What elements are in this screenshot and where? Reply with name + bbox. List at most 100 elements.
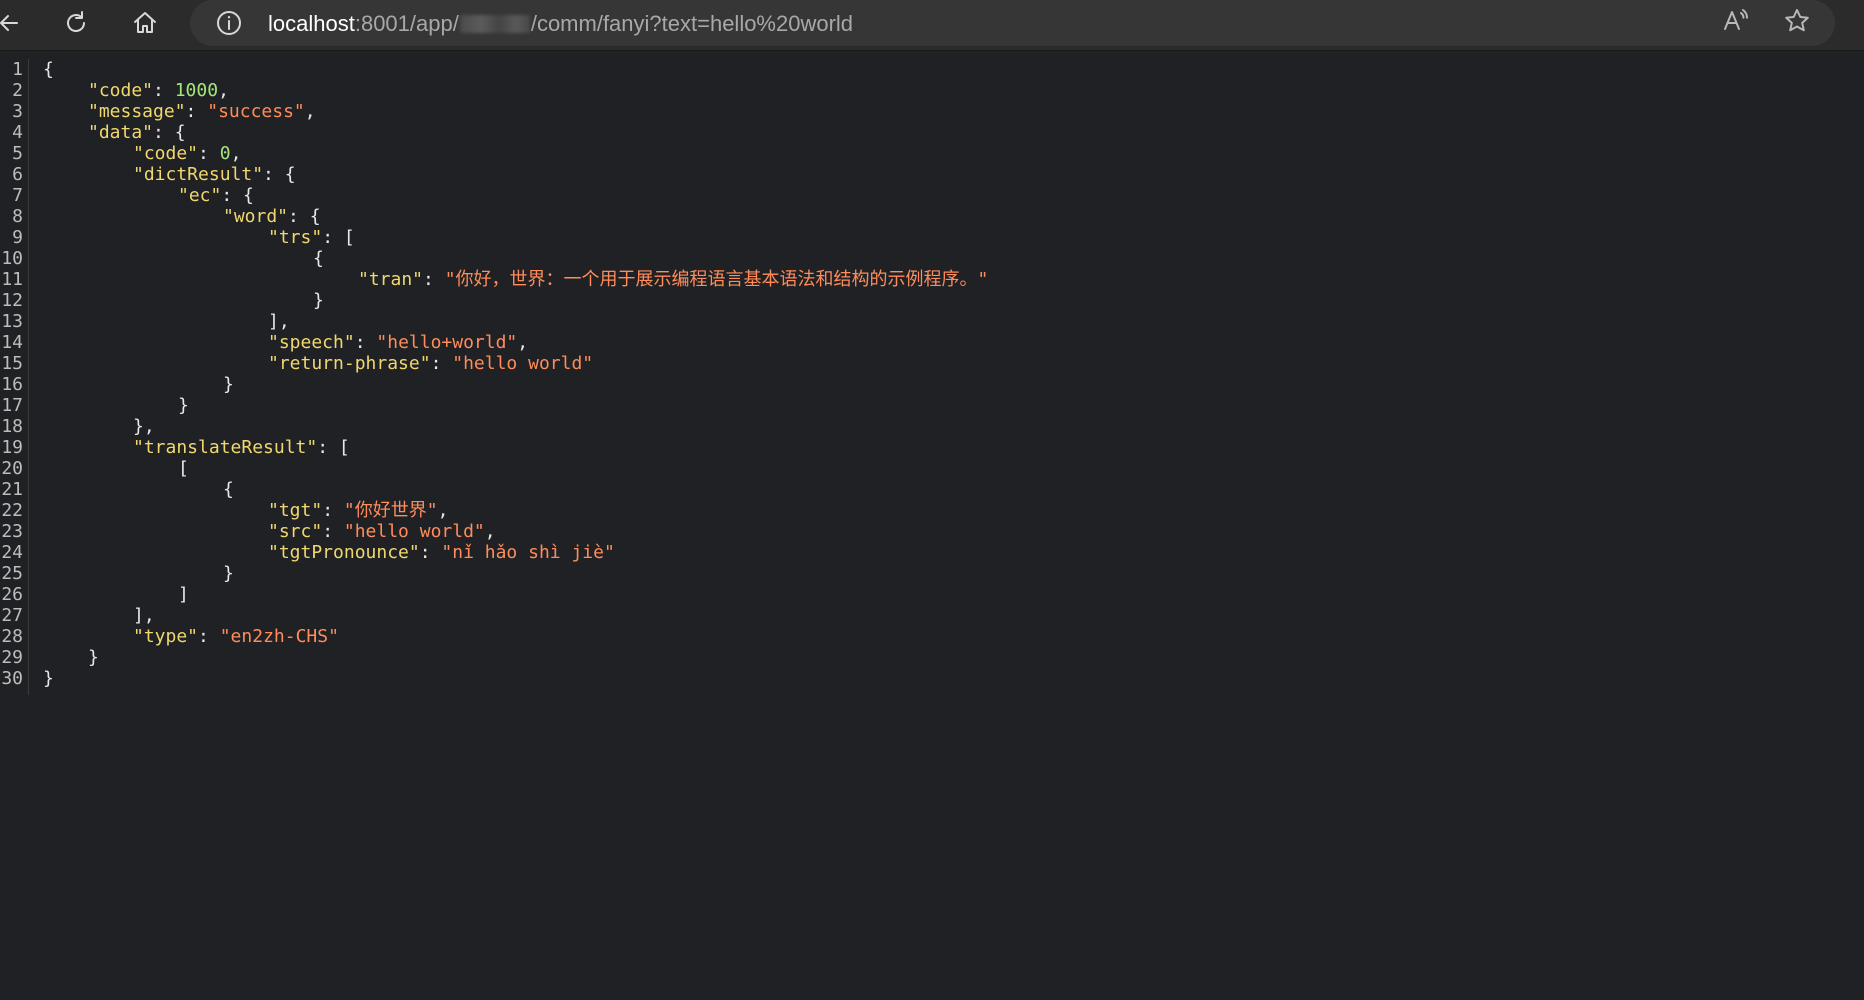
json-punctuation: , bbox=[484, 521, 496, 542]
line-number: 28 bbox=[1, 626, 23, 647]
line-number: 11 bbox=[1, 269, 23, 290]
code-line: "tran": "你好，世界：一个用于展示编程语言基本语法和结构的示例程序。" bbox=[358, 269, 988, 290]
line-number: 13 bbox=[1, 311, 23, 332]
json-string-value: "nǐ hǎo shì jiè" bbox=[441, 542, 615, 563]
url-text[interactable]: localhost:8001/app/ /comm/fanyi?text=hell… bbox=[268, 11, 853, 37]
code-line: } bbox=[178, 395, 189, 416]
json-key: "return-phrase" bbox=[268, 353, 431, 374]
refresh-button[interactable] bbox=[54, 3, 98, 47]
json-punctuation: }, bbox=[133, 416, 155, 437]
json-key: "code" bbox=[133, 143, 199, 164]
home-button[interactable] bbox=[123, 3, 167, 47]
json-key: "word" bbox=[223, 206, 289, 227]
code-line: ], bbox=[268, 311, 290, 332]
line-number: 24 bbox=[1, 542, 23, 563]
line-number: 19 bbox=[1, 437, 23, 458]
json-punctuation: } bbox=[223, 563, 234, 584]
json-punctuation: } bbox=[313, 290, 324, 311]
json-number-value: 1000 bbox=[174, 80, 219, 101]
code-line: "code": 0, bbox=[133, 143, 241, 164]
json-key: "speech" bbox=[268, 332, 355, 353]
line-number: 1 bbox=[12, 59, 23, 80]
json-key: "tran" bbox=[358, 269, 424, 290]
code-line: "code": 1000, bbox=[88, 80, 229, 101]
json-punctuation: , bbox=[304, 101, 316, 122]
line-number: 10 bbox=[1, 248, 23, 269]
address-bar[interactable]: localhost:8001/app/ /comm/fanyi?text=hell… bbox=[190, 0, 1835, 46]
code-line: ] bbox=[178, 584, 189, 605]
line-number: 17 bbox=[1, 395, 23, 416]
code-line: "word": { bbox=[223, 206, 321, 227]
line-number: 22 bbox=[1, 500, 23, 521]
code-line: "src": "hello world", bbox=[268, 521, 496, 542]
json-punctuation: { bbox=[43, 59, 54, 80]
json-number-value: 0 bbox=[219, 143, 231, 164]
url-port-path: :8001/app/ bbox=[354, 11, 459, 36]
line-number: 21 bbox=[1, 479, 23, 500]
code-line: } bbox=[313, 290, 324, 311]
line-number: 27 bbox=[1, 605, 23, 626]
json-punctuation: , bbox=[218, 80, 229, 101]
json-punctuation: , bbox=[517, 332, 529, 353]
refresh-icon bbox=[62, 9, 90, 41]
code-line: { bbox=[223, 479, 234, 500]
back-arrow-icon bbox=[0, 10, 23, 40]
json-string-value: "en2zh-CHS" bbox=[219, 626, 339, 647]
json-punctuation: } bbox=[43, 668, 54, 689]
json-punctuation: : bbox=[198, 626, 220, 647]
code-line: "speech": "hello+world", bbox=[268, 332, 528, 353]
json-punctuation: : bbox=[185, 101, 208, 122]
code-line: { bbox=[313, 248, 324, 269]
line-number: 25 bbox=[1, 563, 23, 584]
json-string-value: "你好，世界：一个用于展示编程语言基本语法和结构的示例程序。" bbox=[444, 269, 989, 290]
info-icon[interactable] bbox=[215, 9, 243, 37]
json-string-value: "你好世界" bbox=[343, 500, 438, 521]
code-line: "trs": [ bbox=[268, 227, 355, 248]
star-icon bbox=[1783, 7, 1811, 39]
json-key: "tgtPronounce" bbox=[268, 542, 420, 563]
json-key: "message" bbox=[88, 101, 186, 122]
line-number: 23 bbox=[1, 521, 23, 542]
url-host: localhost bbox=[268, 11, 355, 36]
json-punctuation: : bbox=[419, 542, 442, 563]
favorite-button[interactable] bbox=[1782, 8, 1812, 38]
json-punctuation: : [ bbox=[317, 437, 350, 458]
code-line: "data": { bbox=[88, 122, 186, 143]
code-line: ], bbox=[133, 605, 155, 626]
code-line: "return-phrase": "hello world" bbox=[268, 353, 593, 374]
line-number: 12 bbox=[1, 290, 23, 311]
code-line: "translateResult": [ bbox=[133, 437, 350, 458]
json-punctuation: : bbox=[198, 143, 220, 164]
code-line: } bbox=[223, 374, 234, 395]
json-punctuation: : { bbox=[263, 164, 296, 185]
redacted-segment bbox=[459, 15, 530, 33]
line-number: 29 bbox=[1, 647, 23, 668]
json-punctuation: : { bbox=[221, 185, 254, 206]
code-line: "dictResult": { bbox=[133, 164, 296, 185]
line-number: 2 bbox=[12, 80, 23, 101]
line-number: 20 bbox=[1, 458, 23, 479]
json-punctuation: : bbox=[322, 500, 344, 521]
code-line: "tgt": "你好世界", bbox=[268, 500, 448, 521]
code-line: }, bbox=[133, 416, 155, 437]
json-punctuation: [ bbox=[178, 458, 189, 479]
json-string-value: "hello+world" bbox=[376, 332, 518, 353]
json-viewer: 1 2 3 4 5 6 7 8 9 10 11 12 13 14 15 16 17 18 19 20 21 22 23 24 2… bbox=[0, 59, 1864, 1000]
json-punctuation: : bbox=[423, 269, 445, 290]
json-string-value: "success" bbox=[207, 101, 305, 122]
code-line: } bbox=[223, 563, 234, 584]
browser-toolbar: localhost:8001/app/ /comm/fanyi?text=hell… bbox=[0, 0, 1864, 50]
json-key: "trs" bbox=[268, 227, 323, 248]
json-punctuation: ] bbox=[178, 584, 189, 605]
line-number: 7 bbox=[12, 185, 23, 206]
json-punctuation: : { bbox=[288, 206, 321, 227]
code-line: "ec": { bbox=[178, 185, 254, 206]
line-number-gutter: 1 2 3 4 5 6 7 8 9 10 11 12 13 14 15 16 17 18 19 20 21 22 23 24 2… bbox=[0, 59, 29, 695]
read-aloud-icon bbox=[1721, 7, 1749, 39]
back-button[interactable] bbox=[0, 3, 32, 47]
json-punctuation: : bbox=[354, 332, 377, 353]
line-number: 4 bbox=[12, 122, 23, 143]
line-number: 26 bbox=[1, 584, 23, 605]
read-aloud-button[interactable] bbox=[1720, 8, 1750, 38]
json-string-value: "hello world" bbox=[343, 521, 485, 542]
